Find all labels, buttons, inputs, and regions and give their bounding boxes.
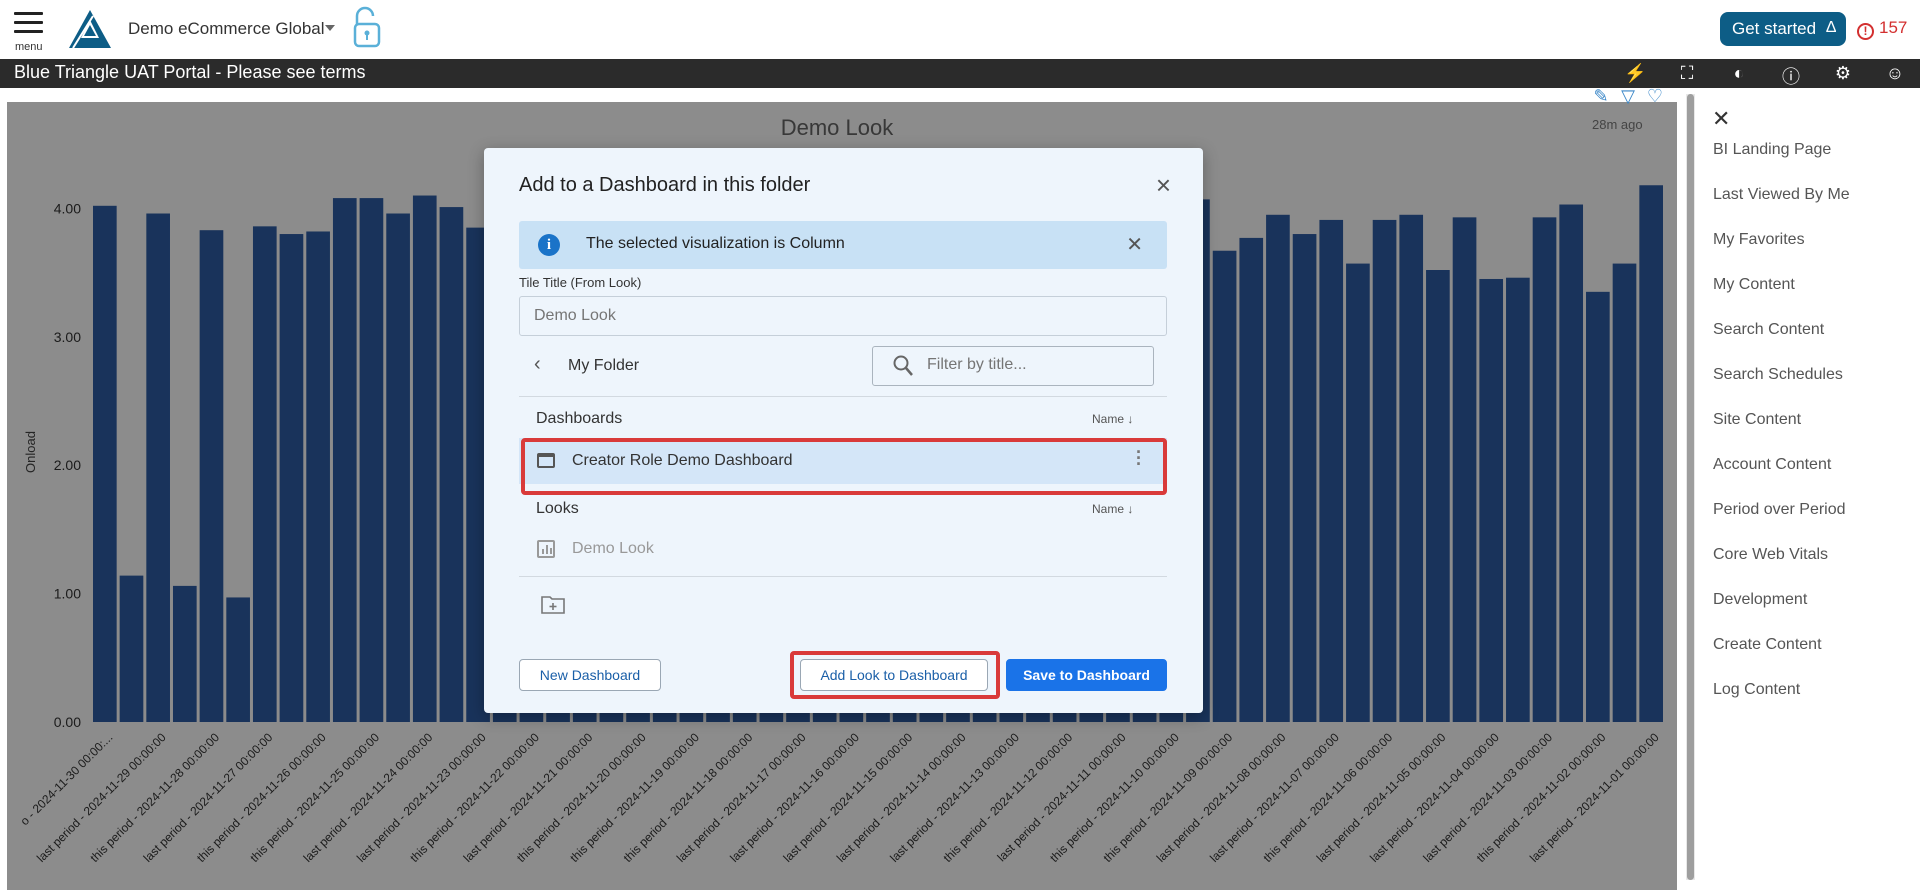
filter-field[interactable] [872, 346, 1154, 386]
fullscreen-icon[interactable]: ⛶ [1676, 63, 1698, 85]
main-scrollbar[interactable] [1686, 94, 1695, 880]
info-icon: i [538, 234, 560, 256]
current-folder: My Folder [568, 357, 640, 374]
divider [519, 576, 1167, 577]
filter-icon[interactable]: ▽ [1617, 86, 1639, 108]
blue-triangle-logo-icon[interactable] [69, 10, 111, 48]
search-icon [893, 355, 913, 376]
close-icon[interactable]: ✕ [1712, 106, 1730, 132]
top-header: menu Demo eCommerce Global Get started ∆… [0, 0, 1920, 59]
portal-banner: Blue Triangle UAT Portal - Please see te… [0, 59, 1920, 88]
get-started-label: Get started [1732, 19, 1817, 38]
menu-button[interactable]: menu [14, 12, 44, 53]
chevron-down-icon[interactable] [325, 25, 335, 31]
new-folder-icon[interactable] [541, 594, 565, 614]
dashboards-sort[interactable]: Name ↓ [1092, 412, 1133, 426]
looks-heading: Looks [536, 500, 579, 517]
company-selector[interactable]: Demo eCommerce Global [128, 19, 325, 39]
sidebar-item-period-over-period[interactable]: Period over Period [1713, 501, 1846, 519]
look-tools: ✎ ▽ ♡ [1590, 86, 1671, 108]
sidebar-item-account-content[interactable]: Account Content [1713, 456, 1831, 474]
dashboard-icon [537, 453, 555, 468]
get-started-button[interactable]: Get started ∆ [1720, 12, 1846, 46]
sidebar-item-my-content[interactable]: My Content [1713, 276, 1795, 294]
sidebar-item-last-viewed[interactable]: Last Viewed By Me [1713, 186, 1850, 204]
heart-icon[interactable]: ♡ [1644, 86, 1666, 108]
banner-title: Blue Triangle UAT Portal - Please see te… [14, 62, 366, 82]
sidebar-item-search-schedules[interactable]: Search Schedules [1713, 366, 1843, 384]
add-look-to-dashboard-button[interactable]: Add Look to Dashboard [800, 659, 988, 691]
sidebar-item-development[interactable]: Development [1713, 591, 1807, 609]
sidebar-item-create-content[interactable]: Create Content [1713, 636, 1822, 654]
filter-input[interactable] [927, 356, 1142, 374]
menu-label: menu [15, 41, 43, 53]
dashboards-heading: Dashboards [536, 410, 623, 427]
sidebar-item-core-web-vitals[interactable]: Core Web Vitals [1713, 546, 1828, 564]
sort-label: Name [1092, 412, 1125, 426]
look-item-label: Demo Look [572, 540, 654, 557]
right-sidebar: ✕ BI Landing Page Last Viewed By Me My F… [1696, 88, 1920, 890]
tile-title-label: Tile Title (From Look) [519, 275, 642, 290]
back-chevron-icon[interactable]: ‹ [534, 353, 541, 376]
lightning-icon[interactable]: ⚡ [1624, 63, 1646, 85]
gear-icon[interactable]: ⚙ [1832, 63, 1854, 85]
sidebar-item-my-favorites[interactable]: My Favorites [1713, 231, 1805, 249]
rocket-icon: ∆ [1826, 19, 1836, 36]
help-icon[interactable]: ⓘ [1780, 63, 1802, 87]
sort-label: Name [1092, 502, 1125, 516]
last-updated: 28m ago [1592, 117, 1643, 132]
more-options-icon[interactable]: · · · [1136, 443, 1142, 473]
alert-count: 157 [1879, 18, 1908, 37]
contrast-icon[interactable]: ◐ [1728, 63, 1750, 85]
scrollbar-thumb[interactable] [1687, 94, 1694, 880]
dismiss-info-icon[interactable]: ✕ [1126, 232, 1143, 257]
sidebar-item-log-content[interactable]: Log Content [1713, 681, 1800, 699]
dashboard-item-label: Creator Role Demo Dashboard [572, 452, 793, 469]
looks-sort[interactable]: Name ↓ [1092, 502, 1133, 516]
unlock-icon[interactable] [352, 6, 382, 50]
look-item[interactable]: Demo Look [519, 528, 1167, 570]
dialog-title: Add to a Dashboard in this folder [519, 174, 811, 196]
edit-icon[interactable]: ✎ [1590, 86, 1612, 108]
info-text: The selected visualization is Column [586, 235, 845, 252]
hamburger-icon [14, 12, 43, 15]
alert-icon: ! [1857, 23, 1874, 40]
sidebar-item-search-content[interactable]: Search Content [1713, 321, 1824, 339]
info-message: i The selected visualization is Column ✕ [519, 221, 1167, 269]
alerts-indicator[interactable]: ! 157 [1857, 18, 1907, 40]
divider [519, 396, 1167, 397]
user-icon[interactable]: ☺ [1884, 63, 1906, 85]
add-to-dashboard-dialog: Add to a Dashboard in this folder × i Th… [484, 148, 1203, 713]
save-to-dashboard-button[interactable]: Save to Dashboard [1006, 659, 1167, 691]
dashboard-item[interactable]: Creator Role Demo Dashboard · · · [519, 438, 1167, 484]
bar-chart-icon [537, 540, 555, 558]
sidebar-item-site-content[interactable]: Site Content [1713, 411, 1801, 429]
sidebar-item-bi-landing-page[interactable]: BI Landing Page [1713, 141, 1831, 159]
new-dashboard-button[interactable]: New Dashboard [519, 659, 661, 691]
dialog-close-icon[interactable]: × [1156, 170, 1171, 201]
tile-title-input[interactable] [519, 296, 1167, 336]
